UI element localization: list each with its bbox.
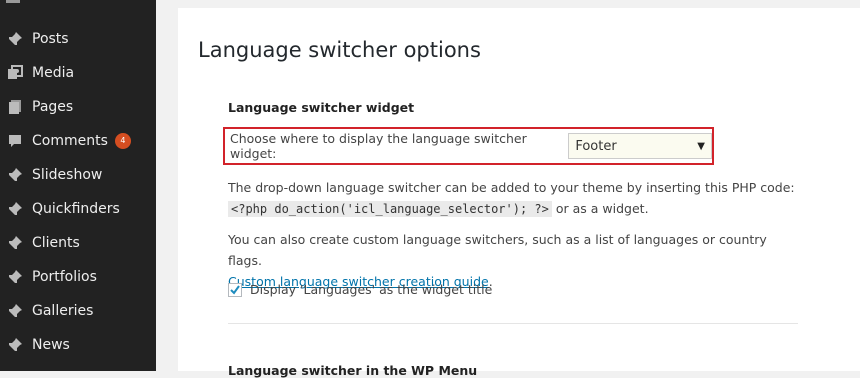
sidebar-item-clients[interactable]: Clients	[0, 226, 156, 260]
widget-location-label: Choose where to display the language swi…	[230, 131, 527, 161]
sidebar-item-quickfinders[interactable]: Quickfinders	[0, 192, 156, 226]
widget-title-checkbox[interactable]	[228, 282, 242, 297]
pushpin-icon	[5, 335, 25, 355]
sidebar-item-label: Posts	[32, 31, 69, 47]
settings-panel: Language switcher options Language switc…	[178, 8, 860, 378]
dropdown-arrow-icon: ▼	[697, 140, 705, 152]
php-text-before: The drop-down language switcher can be a…	[228, 180, 795, 195]
sidebar-item-pages[interactable]: Pages	[0, 90, 156, 124]
widget-location-row: Choose where to display the language swi…	[223, 127, 714, 165]
sidebar-item-galleries[interactable]: Galleries	[0, 294, 156, 328]
php-code-snippet: <?php do_action('icl_language_selector')…	[228, 201, 552, 217]
sidebar-item-news[interactable]: News	[0, 328, 156, 362]
media-icon	[5, 63, 25, 83]
pushpin-icon	[5, 301, 25, 321]
pushpin-icon	[5, 233, 25, 253]
sidebar-item-media[interactable]: Media	[0, 56, 156, 90]
checkmark-icon	[230, 284, 240, 295]
pushpin-icon	[5, 267, 25, 287]
sidebar-item-portfolios[interactable]: Portfolios	[0, 260, 156, 294]
pushpin-icon	[5, 29, 25, 49]
comments-count-badge: 4	[114, 133, 131, 149]
php-code-note: The drop-down language switcher can be a…	[228, 177, 798, 220]
widget-location-select[interactable]: Footer ▼	[568, 133, 712, 159]
pushpin-icon	[5, 165, 25, 185]
page-title: Language switcher options	[198, 38, 481, 62]
widget-title-checkbox-label: Display 'Languages' as the widget title	[250, 282, 493, 297]
sidebar-menu-stub	[6, 0, 20, 3]
section-heading: Language switcher widget	[228, 100, 415, 115]
sidebar-item-label: Comments	[32, 133, 108, 149]
sidebar-item-slideshow[interactable]: Slideshow	[0, 158, 156, 192]
widget-title-option: Display 'Languages' as the widget title	[228, 282, 492, 297]
sidebar-item-label: Galleries	[32, 303, 94, 319]
sidebar-item-label: Slideshow	[32, 167, 103, 183]
comment-icon	[5, 131, 25, 151]
sidebar-item-label: Clients	[32, 235, 80, 251]
sidebar-item-label: News	[32, 337, 70, 353]
select-value: Footer	[575, 138, 617, 154]
admin-sidebar: Posts Media Pages Comments 4 Slideshow Q…	[0, 0, 156, 371]
sidebar-item-label: Pages	[32, 99, 74, 115]
sidebar-item-label: Portfolios	[32, 269, 97, 285]
pages-icon	[5, 97, 25, 117]
sidebar-item-posts[interactable]: Posts	[0, 22, 156, 56]
sidebar-item-label: Quickfinders	[32, 201, 120, 217]
section-divider	[228, 323, 798, 324]
custom-text: You can also create custom language swit…	[228, 232, 767, 268]
php-text-after: or as a widget.	[555, 201, 649, 216]
pushpin-icon	[5, 199, 25, 219]
sidebar-item-label: Media	[32, 65, 75, 81]
sidebar-item-comments[interactable]: Comments 4	[0, 124, 156, 158]
